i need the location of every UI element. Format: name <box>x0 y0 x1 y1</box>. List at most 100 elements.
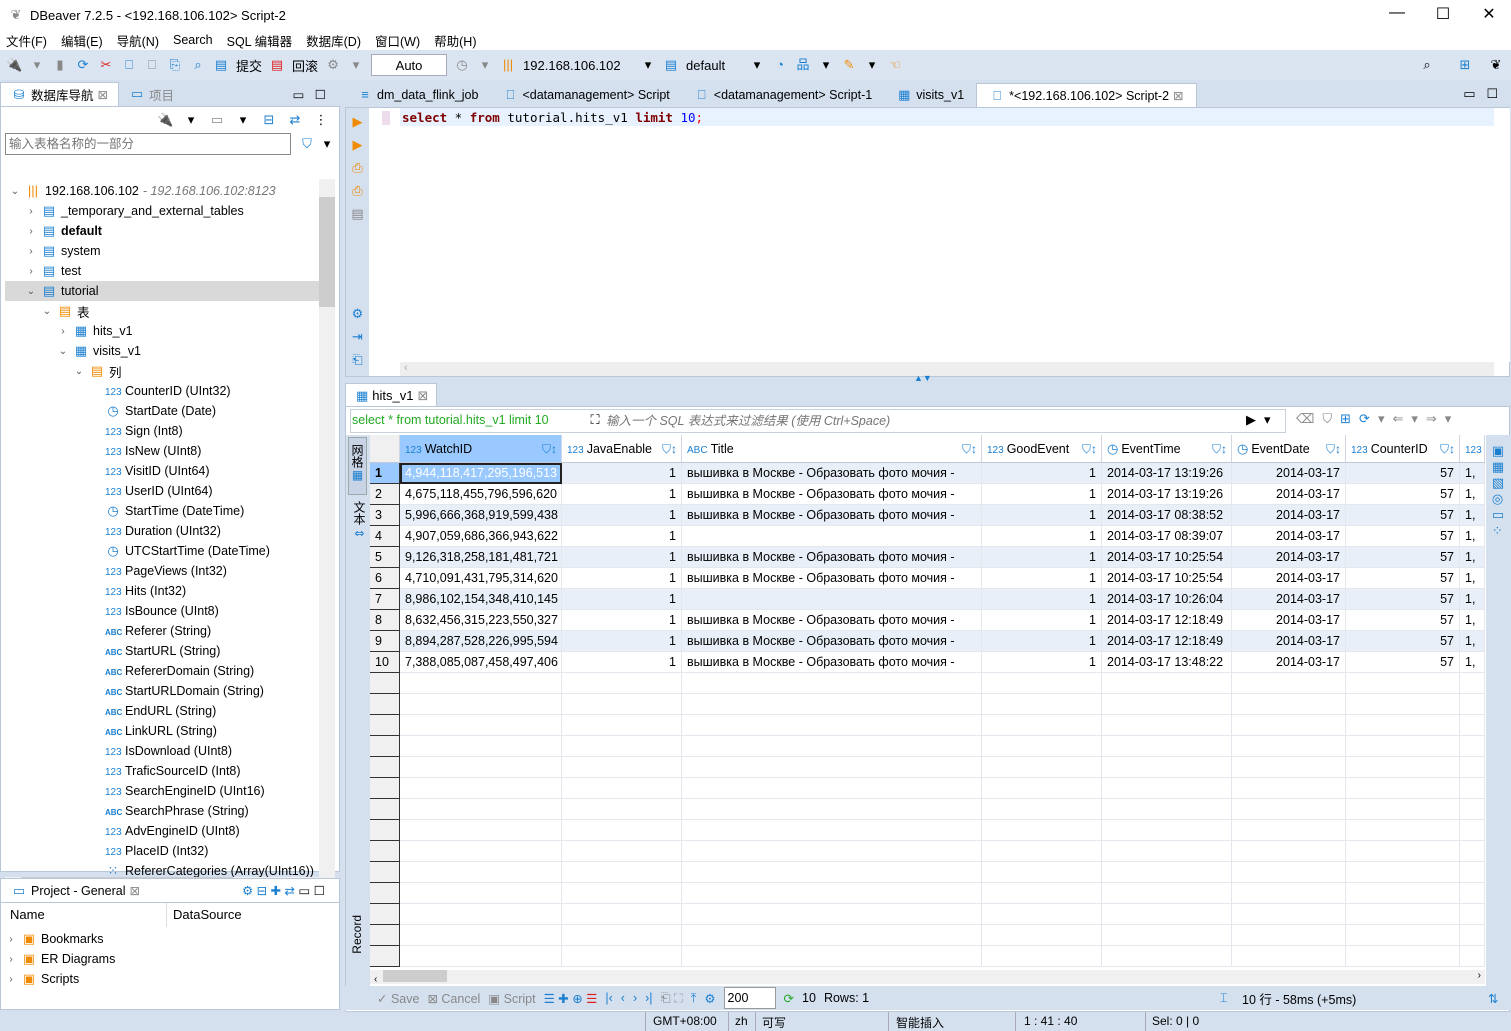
table-cell[interactable] <box>562 799 682 820</box>
table-cell[interactable] <box>682 694 982 715</box>
table-cell[interactable] <box>1102 925 1232 946</box>
table-cell[interactable] <box>562 883 682 904</box>
view-menu-icon[interactable]: ⋮ <box>313 112 329 128</box>
column-header[interactable]: 123 GoodEvent ⛉↕ <box>982 435 1102 463</box>
table-row[interactable]: 5 9,126,318,258,181,481,721 1 вышивка в Мос… <box>370 547 1485 568</box>
record-mode-button[interactable]: Record <box>350 915 364 954</box>
reconnect-icon[interactable]: ⟳ <box>75 57 91 73</box>
table-cell[interactable] <box>1102 715 1232 736</box>
tree-item[interactable]: 123 PlaceID (Int32) <box>5 841 319 861</box>
row-number[interactable] <box>370 778 400 799</box>
table-cell[interactable]: 2014-03-17 <box>1232 463 1346 484</box>
table-cell[interactable]: 57 <box>1346 526 1460 547</box>
commit-icon[interactable]: ▤ <box>213 57 229 73</box>
table-cell[interactable] <box>1460 946 1485 967</box>
script-button[interactable]: ▣ Script <box>488 991 535 1006</box>
column-header[interactable]: ◷ EventDate ⛉↕ <box>1232 435 1346 463</box>
project-item[interactable]: › ▣ Bookmarks <box>5 929 103 949</box>
table-cell[interactable]: 2014-03-17 12:18:49 <box>1102 610 1232 631</box>
table-cell[interactable] <box>682 757 982 778</box>
table-row[interactable] <box>370 946 1485 967</box>
table-cell[interactable]: 2014-03-17 <box>1232 484 1346 505</box>
table-cell[interactable] <box>1232 946 1346 967</box>
row-number[interactable] <box>370 673 400 694</box>
table-cell[interactable]: 2014-03-17 12:18:49 <box>1102 631 1232 652</box>
table-cell[interactable]: 1 <box>982 652 1102 673</box>
table-cell[interactable] <box>1460 694 1485 715</box>
table-cell[interactable] <box>1232 862 1346 883</box>
sort-filter-icon[interactable]: ⛉↕ <box>662 435 677 462</box>
table-cell[interactable]: 2014-03-17 13:19:26 <box>1102 484 1232 505</box>
minimize-panel-icon[interactable]: ▭ ☐ <box>293 87 326 102</box>
table-cell[interactable] <box>682 841 982 862</box>
active-database-selector[interactable]: default <box>686 58 742 73</box>
table-cell[interactable]: 2014-03-17 13:48:22 <box>1102 652 1232 673</box>
table-row[interactable]: 7 8,986,102,154,348,410,145 1 1 2014-03-17 1… <box>370 589 1485 610</box>
menu-item[interactable]: 数据库(D) <box>306 31 361 50</box>
table-cell[interactable] <box>1460 904 1485 925</box>
open-perspective-icon[interactable]: ⊞ <box>1457 57 1473 73</box>
table-cell[interactable]: 1 <box>562 484 682 505</box>
row-number[interactable] <box>370 757 400 778</box>
chevron-right-icon[interactable]: › <box>25 206 37 217</box>
table-cell[interactable]: 4,944,118,417,295,196,513 <box>400 463 562 484</box>
tree-item[interactable]: ⌄ ▤ 表 <box>5 301 319 321</box>
last-page-button[interactable]: ›| <box>645 991 652 1005</box>
tree-item[interactable]: ⌄ ||| 192.168.106.102 - 192.168.106.102:81… <box>5 181 319 201</box>
table-cell[interactable] <box>982 694 1102 715</box>
table-cell[interactable] <box>682 883 982 904</box>
sort-filter-icon[interactable]: ⛉↕ <box>962 435 977 462</box>
table-cell[interactable] <box>982 820 1102 841</box>
tree-item[interactable]: 123 Sign (Int8) <box>5 421 319 441</box>
tree-item[interactable]: ABC StartURLDomain (String) <box>5 681 319 701</box>
chevron-right-icon[interactable]: › <box>5 974 17 985</box>
table-filter-input[interactable] <box>5 133 291 155</box>
table-cell[interactable] <box>682 673 982 694</box>
table-cell[interactable]: 1 <box>982 610 1102 631</box>
table-cell[interactable] <box>400 841 562 862</box>
table-cell[interactable] <box>1232 925 1346 946</box>
table-cell[interactable]: 57 <box>1346 610 1460 631</box>
table-row[interactable]: 4 4,907,059,686,366,943,622 1 1 2014-03-17 0… <box>370 526 1485 547</box>
table-cell[interactable] <box>682 589 982 610</box>
next-page-button[interactable]: › <box>633 991 637 1005</box>
table-cell[interactable] <box>982 946 1102 967</box>
table-cell[interactable]: 1 <box>562 526 682 547</box>
table-cell[interactable]: 1, <box>1460 589 1485 610</box>
table-cell[interactable] <box>1102 820 1232 841</box>
table-row[interactable]: 10 7,388,085,087,458,497,406 1 вышивка в Мо… <box>370 652 1485 673</box>
rollback-icon[interactable]: ▤ <box>269 57 285 73</box>
table-cell[interactable] <box>1232 799 1346 820</box>
table-cell[interactable] <box>1346 757 1460 778</box>
tree-item[interactable]: 123 IsNew (UInt8) <box>5 441 319 461</box>
chevron-right-icon[interactable]: › <box>25 266 37 277</box>
row-number[interactable]: 6 <box>370 568 400 589</box>
chevron-down-icon[interactable]: ⌄ <box>57 346 69 357</box>
table-cell[interactable] <box>1460 883 1485 904</box>
table-row[interactable] <box>370 820 1485 841</box>
row-number[interactable] <box>370 925 400 946</box>
table-cell[interactable]: 2014-03-17 10:25:54 <box>1102 568 1232 589</box>
table-cell[interactable]: вышивка в Москве - Образовать фото мочия… <box>682 547 982 568</box>
table-cell[interactable] <box>982 778 1102 799</box>
table-cell[interactable]: 1, <box>1460 505 1485 526</box>
table-cell[interactable] <box>682 778 982 799</box>
table-cell[interactable]: вышивка в Москве - Образовать фото мочия… <box>682 463 982 484</box>
menu-item[interactable]: SQL 编辑器 <box>227 31 293 50</box>
transaction-icon[interactable]: ⚙ <box>325 57 341 73</box>
table-cell[interactable]: 2014-03-17 <box>1232 631 1346 652</box>
tree-item[interactable]: › ▤ default <box>5 221 319 241</box>
row-number[interactable]: 1 <box>370 463 400 484</box>
table-cell[interactable]: вышивка в Москве - Образовать фото мочия… <box>682 484 982 505</box>
table-cell[interactable]: 8,632,456,315,223,550,327 <box>400 610 562 631</box>
row-number[interactable] <box>370 715 400 736</box>
table-cell[interactable] <box>1232 757 1346 778</box>
tree-item[interactable]: ⌄ ▤ 列 <box>5 361 319 381</box>
table-cell[interactable] <box>400 904 562 925</box>
table-cell[interactable]: 57 <box>1346 568 1460 589</box>
chevron-down-icon[interactable]: ⌄ <box>73 366 85 377</box>
tree-item[interactable]: ABC RefererDomain (String) <box>5 661 319 681</box>
editor-tab[interactable]: ⎕ <datamanagement> Script <box>490 83 681 107</box>
row-number[interactable]: 3 <box>370 505 400 526</box>
tree-item[interactable]: 123 Duration (UInt32) <box>5 521 319 541</box>
